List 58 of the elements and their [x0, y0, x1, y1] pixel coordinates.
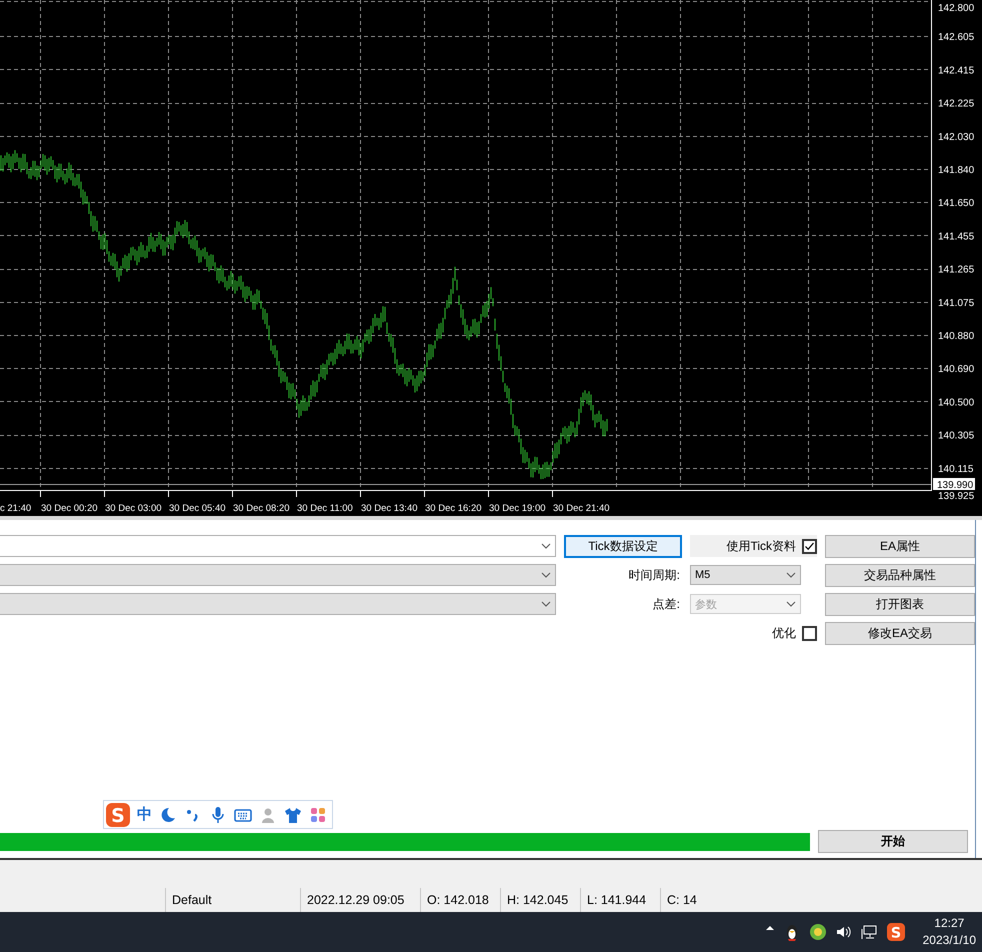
- caret-icon: [541, 601, 551, 607]
- time-axis-label: 30 Dec 11:00: [297, 503, 353, 514]
- moon-icon[interactable]: [159, 806, 177, 824]
- clock-date: 2023/1/10: [922, 932, 976, 949]
- price-axis-label: 142.415: [938, 65, 974, 76]
- price-axis-label: 141.650: [938, 198, 974, 210]
- caret-icon: [786, 572, 796, 578]
- price-axis-label: 142.605: [938, 32, 974, 44]
- price-axis-label: 140.115: [938, 464, 974, 475]
- price-axis-label: 142.800: [938, 3, 974, 14]
- price-axis-label: 140.500: [938, 397, 974, 408]
- round-app-icon[interactable]: [808, 923, 827, 941]
- side-button[interactable]: 打开图表: [825, 592, 975, 616]
- price-axis-label: 140.305: [938, 430, 974, 442]
- clock-time: 12:27: [934, 915, 964, 932]
- time-axis-label: 30 Dec 21:40: [553, 503, 610, 514]
- price-axis-label: 141.840: [938, 165, 974, 176]
- price-axis-label: 140.690: [938, 364, 974, 376]
- app-grid-icon[interactable]: [309, 806, 327, 824]
- spread-dropdown: 参数: [690, 594, 801, 614]
- period-dropdown[interactable]: M5: [690, 565, 801, 585]
- price-axis-label: 142.030: [938, 132, 974, 143]
- dropdown-field[interactable]: [0, 564, 556, 586]
- checkbox[interactable]: [802, 538, 817, 554]
- price-axis-label: 141.075: [938, 298, 974, 309]
- side-button[interactable]: 修改EA交易: [825, 622, 975, 644]
- field-label: 点差:: [652, 596, 681, 612]
- caret-icon: [541, 572, 551, 578]
- checkbox-label: 优化: [772, 624, 797, 642]
- field-label: 时间周期:: [628, 566, 681, 584]
- start-button[interactable]: 开始: [818, 830, 968, 853]
- tick-settings-button[interactable]: Tick数据设定: [564, 534, 682, 558]
- price-axis-label: 141.265: [938, 264, 974, 276]
- price-axis-label: 140.880: [938, 331, 974, 342]
- dropdown-field[interactable]: [0, 535, 556, 557]
- network-icon[interactable]: [860, 923, 879, 941]
- time-axis-label: 30 Dec 16:20: [425, 503, 482, 514]
- checkbox-label: 使用Tick资料: [726, 538, 797, 554]
- time-axis-label: 30 Dec 19:00: [489, 503, 546, 514]
- time-axis-label: 30 Dec 13:40: [361, 503, 418, 514]
- dropdown-field[interactable]: [0, 593, 556, 615]
- caret-icon: [541, 543, 551, 549]
- price-axis-label: 139.925: [938, 491, 974, 502]
- shirt-icon[interactable]: [284, 806, 302, 824]
- price-axis-label: 142.225: [938, 98, 974, 110]
- ime-mode-toggle[interactable]: 中: [137, 805, 152, 824]
- side-button[interactable]: 交易品种属性: [825, 564, 975, 586]
- checkbox[interactable]: [802, 626, 817, 640]
- time-axis-label: c 21:40: [0, 503, 32, 514]
- price-axis-label: 141.455: [938, 231, 974, 242]
- time-axis-label: 30 Dec 03:00: [105, 503, 162, 514]
- time-axis-label: 30 Dec 08:20: [233, 503, 290, 514]
- time-axis-label: 30 Dec 05:40: [169, 503, 226, 514]
- side-button[interactable]: EA属性: [825, 534, 975, 558]
- clock[interactable]: 12:27 2023/1/10: [912, 915, 980, 949]
- time-axis-label: 30 Dec 00:20: [41, 503, 98, 514]
- caret-icon: [786, 601, 796, 607]
- current-price-label: 139.990: [933, 478, 975, 491]
